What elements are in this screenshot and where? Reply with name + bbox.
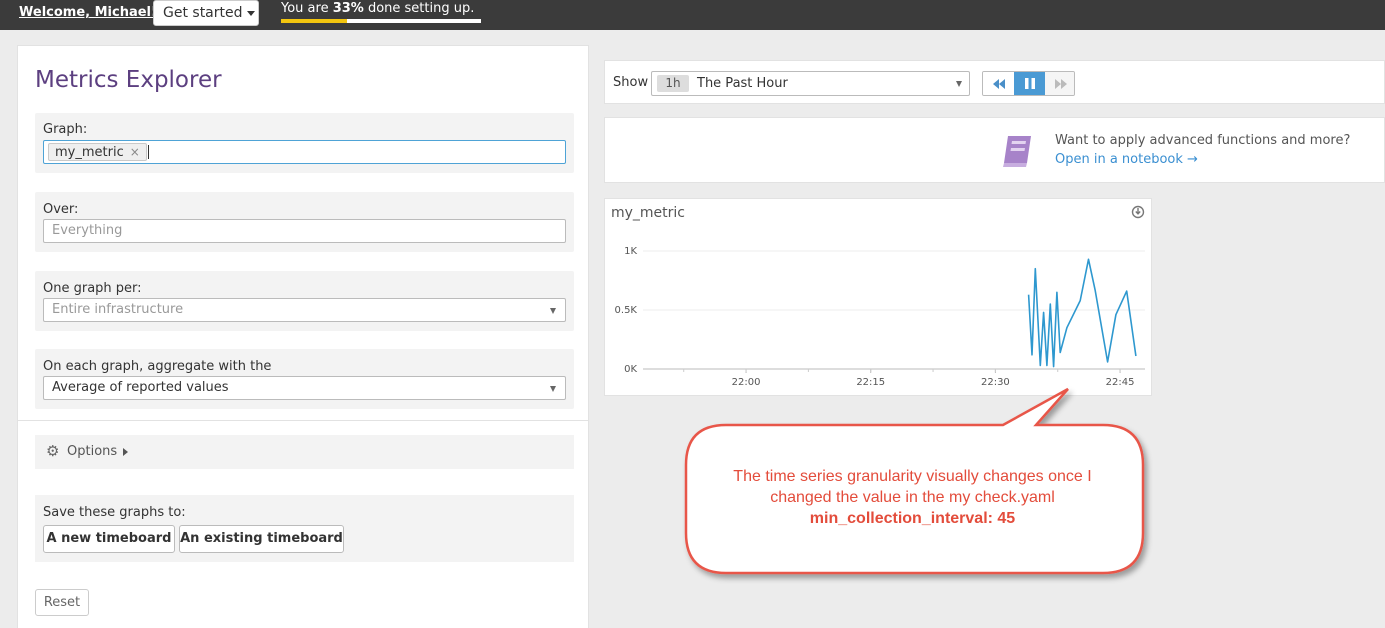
series-line [1027,258,1137,368]
metric-graph-card: my_metric 0K 0.5K 1K 22:00 22:15 22:30 22:45 [604,198,1152,396]
pause-icon [1024,78,1035,89]
y-tick-label: 0.5K [615,305,638,316]
graph-per-value: Entire infrastructure [52,302,184,317]
new-timeboard-button[interactable]: A new timeboard [43,525,175,553]
reset-button[interactable]: Reset [35,589,89,616]
save-graphs-section: Save these graphs to: A new timeboard An… [35,495,574,562]
metric-token[interactable]: my_metric × [48,143,147,161]
over-section: Over: Everything [35,192,574,252]
existing-timeboard-button[interactable]: An existing timeboard [179,525,344,553]
graph-per-select[interactable]: Entire infrastructure [43,298,566,322]
rewind-icon [992,78,1005,89]
welcome-link[interactable]: Welcome, Michael! [19,5,157,20]
options-label: Options [67,444,118,459]
metrics-explorer-panel: Metrics Explorer Graph: my_metric × Over:… [17,45,589,628]
time-controls-bar: Show 1h The Past Hour [604,60,1385,104]
fast-forward-icon [1054,78,1067,89]
show-label: Show [613,75,649,90]
y-tick-label: 0K [624,364,637,375]
callout-line-2: changed the value in the my check.yaml [770,489,1055,506]
options-toggle[interactable]: ⚙ Options [35,435,574,469]
dropdown-arrow-icon [956,81,962,87]
rewind-button[interactable] [983,72,1014,95]
graph-label: Graph: [43,122,88,137]
setup-progress-fill [281,19,347,23]
notebook-prompt-text: Want to apply advanced functions and mor… [1055,133,1351,148]
notebook-prompt: Want to apply advanced functions and mor… [604,117,1385,183]
metric-token-label: my_metric [55,145,124,160]
y-tick-label: 1K [624,246,637,257]
x-tick-label: 22:15 [856,377,885,388]
get-started-label: Get started [163,5,243,21]
x-tick-label: 22:45 [1106,377,1135,388]
over-input[interactable]: Everything [43,219,566,243]
line-chart: 0K 0.5K 1K 22:00 22:15 22:30 22:45 [615,246,1145,388]
get-started-button[interactable]: Get started [153,0,259,26]
caret-down-icon [246,10,255,16]
over-label: Over: [43,202,79,217]
dropdown-arrow-icon [550,386,556,392]
text-cursor [148,145,149,159]
caret-right-icon [123,448,128,456]
progress-suffix: done setting up. [363,1,475,16]
page-title: Metrics Explorer [35,67,222,93]
notebook-icon [1003,136,1031,167]
top-bar: Welcome, Michael! Get started You are 33… [0,0,1385,30]
aggregate-section: On each graph, aggregate with the Averag… [35,349,574,409]
graph-per-label: One graph per: [43,281,142,296]
gear-icon: ⚙ [46,442,60,460]
graph-per-section: One graph per: Entire infrastructure [35,271,574,331]
time-range-badge: 1h [657,75,689,92]
time-range-value: The Past Hour [697,76,788,91]
graph-section: Graph: my_metric × [35,113,574,173]
callout-text: The time series granularity visually cha… [700,466,1125,529]
playback-controls [982,71,1075,96]
setup-progress-text: You are 33% done setting up. [281,1,474,16]
section-divider [18,420,588,421]
x-tick-label: 22:30 [981,377,1010,388]
aggregate-label: On each graph, aggregate with the [43,359,272,374]
pause-button[interactable] [1014,72,1045,95]
open-notebook-link[interactable]: Open in a notebook → [1055,152,1198,167]
callout-line-3: min_collection_interval: 45 [809,510,1016,527]
aggregate-value: Average of reported values [52,380,229,395]
callout-line-1: The time series granularity visually cha… [733,468,1092,485]
dropdown-arrow-icon [550,308,556,314]
x-tick-label: 22:00 [732,377,761,388]
forward-button[interactable] [1045,72,1074,95]
progress-percent: 33% [332,1,364,16]
aggregate-select[interactable]: Average of reported values [43,376,566,400]
remove-token-icon[interactable]: × [130,145,140,159]
time-range-select[interactable]: 1h The Past Hour [651,71,970,96]
setup-progress-bar [281,19,481,23]
save-graphs-label: Save these graphs to: [43,505,186,520]
graph-metric-input[interactable]: my_metric × [43,140,566,164]
progress-prefix: You are [281,1,333,16]
